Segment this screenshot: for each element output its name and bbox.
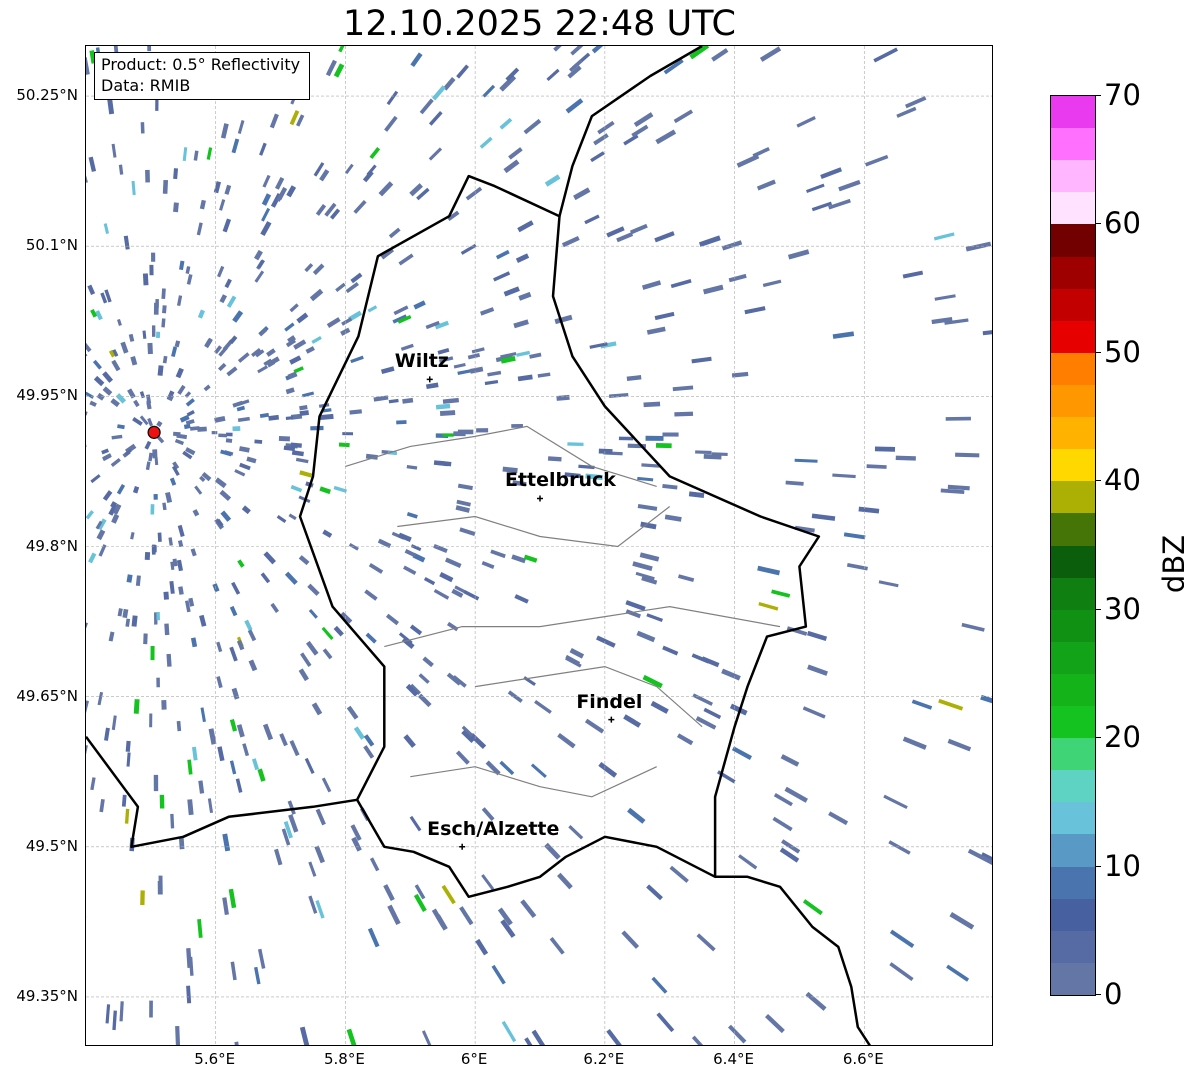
colorbar-tick-label: 60 [1104, 206, 1141, 241]
city-label: Esch/Alzette [427, 817, 560, 840]
city-marker [459, 843, 466, 850]
colorbar-segment [1051, 159, 1095, 193]
colorbar-tick [1096, 737, 1101, 739]
colorbar-segment [1051, 705, 1095, 739]
colorbar-segment [1051, 641, 1095, 674]
latitude-tick-label: 49.65°N [16, 686, 78, 705]
radar-map-canvas [86, 46, 992, 1045]
radar-echoes [86, 46, 992, 1045]
longitude-tick-label: 6.4°E [713, 1050, 754, 1068]
gridlines [86, 46, 992, 1045]
latitude-tick-label: 49.5°N [25, 836, 78, 855]
longitude-tick-label: 6.6°E [842, 1050, 884, 1068]
colorbar-segment [1051, 191, 1095, 225]
colorbar-segment [1051, 352, 1095, 385]
latitude-tick-label: 49.95°N [16, 386, 78, 405]
city-label: Ettelbruck [505, 469, 616, 492]
data-source-line: Data: RMIB [101, 76, 191, 95]
colorbar-tick [1096, 994, 1101, 995]
product-info-line: Product: 0.5° Reflectivity [101, 55, 301, 74]
colorbar-tick-label: 30 [1104, 591, 1141, 626]
colorbar-segment [1051, 512, 1095, 546]
longitude-tick-label: 5.6°E [194, 1050, 236, 1068]
colorbar-segment [1051, 930, 1095, 963]
map-title: 12.10.2025 22:48 UTC [343, 4, 736, 44]
colorbar-tick [1096, 608, 1101, 610]
colorbar-segment [1051, 480, 1095, 514]
colorbar-segment [1051, 609, 1095, 642]
latitude-tick-label: 50.1°N [25, 236, 78, 255]
country-borders [86, 46, 871, 1045]
latitude-tick-label: 49.8°N [25, 536, 78, 555]
colorbar-segment [1051, 801, 1095, 835]
colorbar-segment [1051, 577, 1095, 610]
colorbar-tick-label: 50 [1104, 334, 1141, 369]
colorbar-segment [1051, 384, 1095, 418]
colorbar-segment [1051, 127, 1095, 161]
colorbar-segment [1051, 544, 1095, 578]
city-marker [426, 376, 433, 383]
latitude-tick-label: 49.35°N [16, 986, 78, 1005]
product-info-box: Product: 0.5° Reflectivity Data: RMIB [94, 52, 310, 100]
longitude-tick-label: 5.8°E [324, 1050, 365, 1068]
colorbar-tick [1096, 865, 1101, 867]
latitude-tick-label: 50.25°N [16, 86, 78, 105]
colorbar-tick-label: 0 [1104, 977, 1123, 1011]
radar-site-marker [147, 425, 161, 439]
colorbar-tick-label: 20 [1104, 720, 1141, 755]
colorbar-segment [1051, 416, 1095, 450]
colorbar-segment [1051, 673, 1095, 707]
longitude-tick-label: 6.2°E [583, 1050, 625, 1068]
colorbar-unit-label: dBZ [1157, 534, 1184, 594]
colorbar-segment [1051, 223, 1095, 257]
colorbar-segment [1051, 288, 1095, 321]
city-marker [608, 716, 615, 723]
radar-map[interactable] [85, 45, 993, 1046]
colorbar-segment [1051, 833, 1095, 867]
city-marker [537, 495, 543, 502]
colorbar-segment [1051, 769, 1095, 803]
colorbar-tick [1096, 95, 1101, 96]
longitude-tick-label: 6°E [460, 1050, 488, 1068]
city-label: Wiltz [394, 350, 449, 373]
colorbar-tick [1096, 480, 1101, 482]
colorbar-tick-label: 70 [1104, 78, 1141, 112]
colorbar-segment [1051, 448, 1095, 482]
colorbar-tick-label: 40 [1104, 463, 1141, 498]
colorbar-segment [1051, 96, 1095, 129]
colorbar-segment [1051, 255, 1095, 289]
colorbar-segment [1051, 962, 1095, 995]
colorbar-segment [1051, 865, 1095, 899]
colorbar-segment [1051, 898, 1095, 931]
colorbar-tick-label: 10 [1104, 848, 1141, 883]
city-label: Findel [576, 690, 643, 713]
colorbar-segment [1051, 737, 1095, 771]
colorbar-segment [1051, 320, 1095, 353]
colorbar-tick [1096, 223, 1101, 225]
colorbar-tick [1096, 351, 1101, 353]
reflectivity-colorbar [1050, 95, 1096, 996]
